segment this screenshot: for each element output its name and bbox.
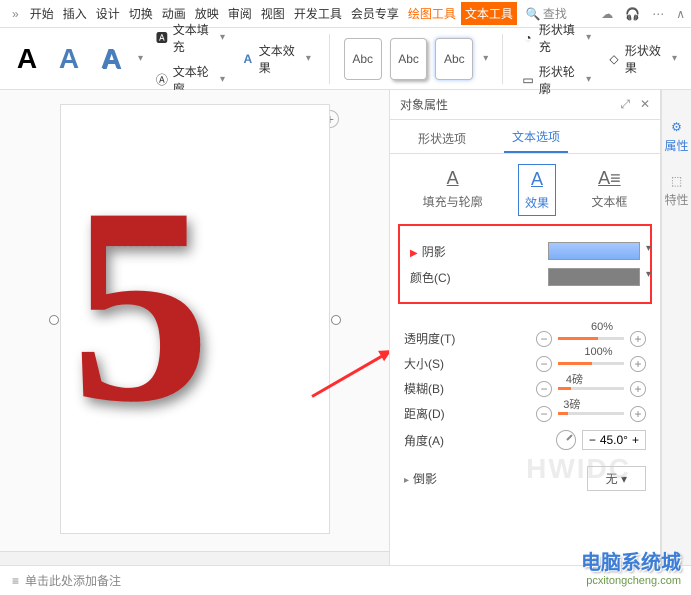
shape-style-1[interactable]: Abc [344, 38, 382, 80]
text-effects-button[interactable]: A文本效果▾ [237, 40, 315, 78]
tab-text-options[interactable]: 文本选项 [504, 122, 568, 153]
panel-title: 对象属性 [400, 96, 448, 113]
distance-slider[interactable]: − 3磅 + [536, 406, 646, 422]
subtab-fill-label: 填充与轮廓 [423, 193, 483, 210]
subtab-textbox-label: 文本框 [591, 193, 627, 210]
shadow-preset-picker[interactable] [548, 242, 640, 260]
menu-view[interactable]: 视图 [257, 2, 289, 25]
collapse-icon[interactable]: ∧ [676, 7, 685, 21]
menu-member[interactable]: 会员专享 [347, 2, 403, 25]
properties-panel: 对象属性 ⤢ ✕ 形状选项 文本选项 A填充与轮廓 A效果 A≡文本框 ▶阴影 颜… [390, 90, 661, 565]
text-fill-label: 文本填充 [173, 21, 214, 55]
cloud-icon[interactable]: ☁ [601, 7, 613, 21]
wordart-style-1[interactable]: A [10, 37, 44, 81]
none-label: 无 [606, 472, 618, 486]
wordart-more-icon[interactable]: ▾ [138, 53, 143, 64]
subtab-effects[interactable]: A效果 [518, 164, 556, 216]
shape-style-2[interactable]: Abc [390, 38, 428, 80]
notes-placeholder: 单击此处添加备注 [25, 572, 121, 589]
side-tabs: ⚙ 属性 ⬚ 特性 [661, 90, 691, 565]
size-label: 大小(S) [404, 355, 444, 372]
blur-label: 模糊(B) [404, 380, 444, 397]
wordart-style-3[interactable]: A [94, 37, 128, 81]
opacity-value: 60% [591, 321, 613, 333]
tab-shape-options[interactable]: 形状选项 [410, 124, 474, 153]
text-effects-label: 文本效果 [259, 42, 300, 76]
menu-text-tools[interactable]: 文本工具 [461, 2, 517, 25]
increase-button[interactable]: + [630, 381, 646, 397]
slide[interactable]: 5 [60, 104, 330, 534]
size-slider[interactable]: − 100% + [536, 356, 646, 372]
sidetab-traits[interactable]: ⬚ 特性 [664, 174, 688, 208]
angle-dial[interactable] [556, 430, 576, 450]
ribbon: A A A ▾ 🅰文本填充▾ Ⓐ文本轮廓▾ A文本效果▾ Abc Abc Abc… [0, 28, 691, 90]
distance-label: 距离(D) [404, 405, 445, 422]
horizontal-scrollbar[interactable] [0, 551, 389, 565]
reflection-none-button[interactable]: 无 ▾ [587, 466, 646, 491]
notes-icon: ≡ [12, 574, 19, 588]
subtab-textbox[interactable]: A≡文本框 [585, 164, 633, 216]
increase-button[interactable]: + [630, 406, 646, 422]
opacity-label: 透明度(T) [404, 330, 455, 347]
menu-drawing-tools[interactable]: 绘图工具 [404, 2, 460, 25]
separator [502, 34, 503, 84]
text-object[interactable]: 5 [71, 165, 211, 445]
sidetab-properties[interactable]: ⚙ 属性 [664, 120, 688, 154]
shape-fill-label: 形状填充 [539, 21, 580, 55]
distance-value: 3磅 [563, 396, 580, 412]
menu-start[interactable]: 开始 [26, 2, 58, 25]
decrease-button[interactable]: − [536, 331, 552, 347]
pin-icon[interactable]: ⤢ [620, 97, 630, 112]
angle-value: 45.0° [600, 433, 628, 447]
decrease-button[interactable]: − [536, 406, 552, 422]
shadow-heading[interactable]: 阴影 [422, 245, 446, 259]
shape-effects-label: 形状效果 [625, 42, 666, 76]
shape-styles-more-icon[interactable]: ▾ [483, 53, 488, 64]
increase-button[interactable]: + [630, 356, 646, 372]
opacity-slider[interactable]: − 60% + [536, 331, 646, 347]
more-icon[interactable]: ⋯ [652, 7, 664, 21]
shadow-color-picker[interactable] [548, 268, 640, 286]
text-fill-button[interactable]: 🅰文本填充▾ [151, 19, 229, 57]
reflection-heading[interactable]: 倒影 [413, 472, 437, 486]
decrease-button[interactable]: − [536, 356, 552, 372]
highlight-box: ▶阴影 颜色(C) [398, 224, 652, 304]
sliders-icon: ⚙ [671, 120, 682, 134]
shape-fill-button[interactable]: ◔形状填充▾ [517, 19, 595, 57]
angle-input[interactable]: −45.0°+ [582, 430, 646, 450]
color-label: 颜色(C) [410, 269, 451, 286]
shape-effects-button[interactable]: ◇形状效果▾ [603, 40, 681, 78]
headset-icon[interactable]: 🎧 [625, 7, 640, 21]
angle-label: 角度(A) [404, 432, 444, 449]
subtab-fx-label: 效果 [525, 194, 549, 211]
cube-icon: ⬚ [671, 174, 682, 188]
overflow-icon[interactable]: » [6, 7, 25, 21]
menu-devtools[interactable]: 开发工具 [290, 2, 346, 25]
size-value: 100% [584, 346, 612, 358]
blur-value: 4磅 [566, 371, 583, 387]
subtab-fill-outline[interactable]: A填充与轮廓 [417, 164, 489, 216]
decrease-button[interactable]: − [536, 381, 552, 397]
canvas-area[interactable]: + 5 [0, 90, 390, 565]
menu-design[interactable]: 设计 [92, 2, 124, 25]
resize-handle-left[interactable] [49, 315, 59, 325]
notes-bar[interactable]: ≡ 单击此处添加备注 [0, 565, 691, 595]
wordart-style-2[interactable]: A [52, 37, 86, 81]
sidetab-traits-label: 特性 [664, 191, 688, 208]
separator [329, 34, 330, 84]
shape-style-3[interactable]: Abc [435, 38, 473, 80]
close-icon[interactable]: ✕ [640, 97, 650, 112]
increase-button[interactable]: + [630, 331, 646, 347]
blur-slider[interactable]: − 4磅 + [536, 381, 646, 397]
sidetab-props-label: 属性 [664, 137, 688, 154]
menu-insert[interactable]: 插入 [59, 2, 91, 25]
resize-handle-right[interactable] [331, 315, 341, 325]
